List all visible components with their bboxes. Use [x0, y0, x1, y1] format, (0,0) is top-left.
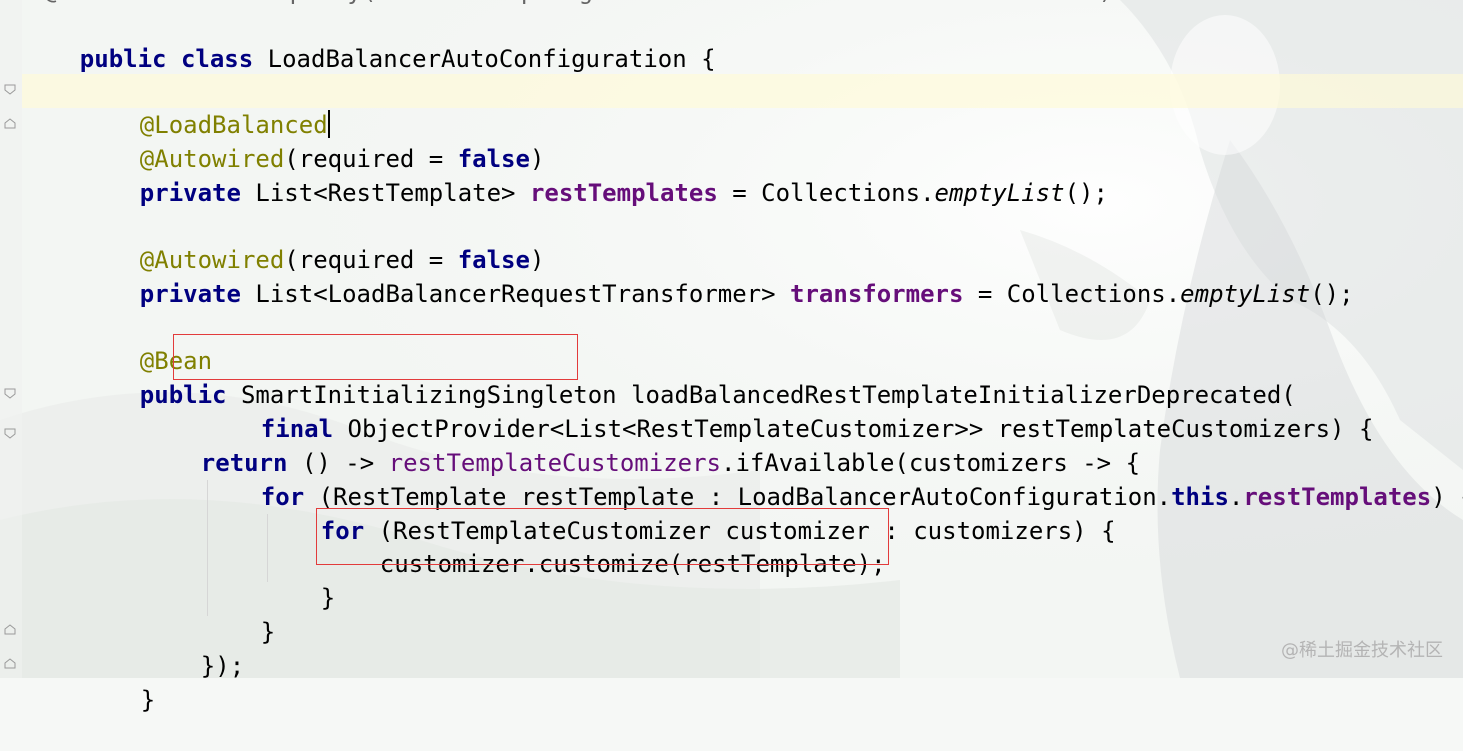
editor-gutter [0, 0, 22, 678]
code-line: private List<LoadBalancerRequestTransfor… [139, 280, 1354, 308]
code-line: @Autowired(required = false) [139, 145, 545, 173]
highlight-box-return-type [173, 334, 578, 380]
fold-end-icon[interactable] [4, 624, 16, 635]
code-line: return () -> restTemplateCustomizers.ifA… [200, 449, 1141, 477]
code-line: }); [200, 652, 245, 680]
watermark: @稀土掘金技术社区 [1281, 640, 1443, 661]
fold-end-icon[interactable] [4, 118, 16, 129]
code-line: } [260, 618, 276, 646]
code-line: private List<RestTemplate> restTemplates… [139, 179, 1108, 207]
code-line: @Autowired(required = false) [139, 246, 545, 274]
code-line: for (RestTemplate restTemplate : LoadBal… [260, 483, 1463, 511]
fold-start-icon[interactable] [4, 428, 16, 439]
fold-end-icon[interactable] [4, 658, 16, 669]
fold-start-icon[interactable] [4, 84, 16, 95]
fold-start-icon[interactable] [4, 388, 16, 399]
code-line: @LoadBalanced [139, 110, 330, 139]
code-line: public class LoadBalancerAutoConfigurati… [79, 45, 716, 73]
highlight-box-customize-call [316, 508, 889, 565]
cut-off-top-line: @ConditionalOnProperty(value = "spring.c… [44, 0, 1113, 8]
code-line: final ObjectProvider<List<RestTemplateCu… [260, 415, 1374, 443]
